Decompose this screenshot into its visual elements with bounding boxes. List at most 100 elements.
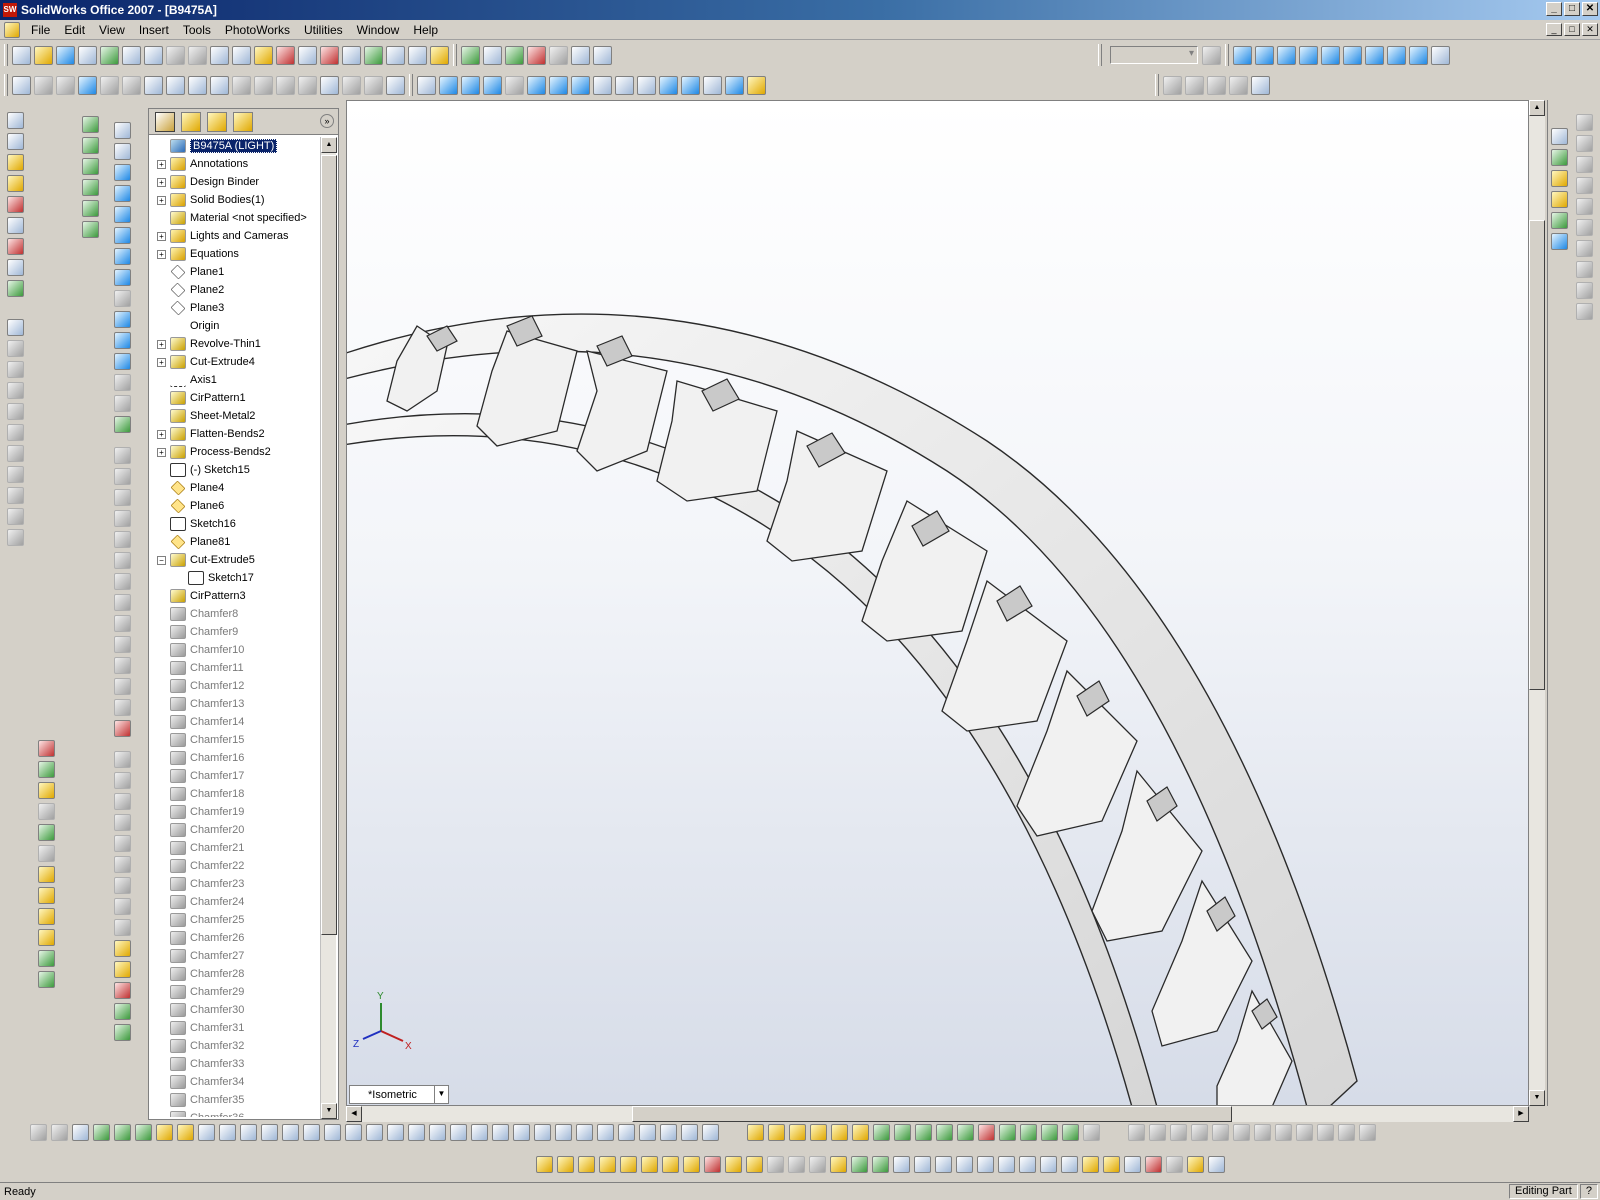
render-3d-icon[interactable] — [527, 45, 546, 65]
linear-pattern-tool-icon[interactable] — [303, 1124, 320, 1141]
fully-define-icon[interactable] — [6, 487, 24, 504]
menu-view[interactable]: View — [92, 23, 132, 37]
tree-node[interactable]: Chamfer36 — [151, 1109, 321, 1117]
menu-edit[interactable]: Edit — [57, 23, 92, 37]
rib-icon[interactable] — [81, 221, 99, 238]
tree-node[interactable]: Chamfer9 — [151, 623, 321, 641]
left-view-icon[interactable] — [1299, 45, 1318, 65]
solidworks-resources-icon[interactable] — [1550, 128, 1568, 145]
trimetric-view-icon[interactable] — [1409, 45, 1428, 65]
side-core-icon[interactable] — [767, 1156, 784, 1173]
parting-line-icon[interactable] — [639, 1124, 656, 1141]
flange-icon[interactable] — [998, 1156, 1015, 1173]
zoom-in-out-icon[interactable] — [483, 75, 502, 95]
stop-icon[interactable] — [1145, 1156, 1162, 1173]
photoworks-options-icon[interactable] — [593, 45, 612, 65]
shaded-with-edges-icon[interactable] — [659, 75, 678, 95]
routing-icon[interactable] — [893, 1156, 910, 1173]
configuration-combo[interactable] — [1110, 46, 1198, 64]
scroll-thumb[interactable] — [321, 155, 337, 935]
view-palette-icon[interactable] — [1550, 212, 1568, 229]
toolbox-icon[interactable] — [1166, 1156, 1183, 1173]
mirror-icon[interactable] — [282, 1124, 299, 1141]
ortho-tool-icon[interactable] — [1317, 1124, 1334, 1141]
scroll-down-arrow[interactable]: ▼ — [321, 1103, 337, 1119]
search-icon[interactable] — [1550, 191, 1568, 208]
tree-node[interactable]: + Revolve-Thin1 — [151, 335, 321, 353]
revolved-boss-icon[interactable] — [81, 137, 99, 154]
display-relations-icon[interactable] — [6, 529, 24, 546]
jog-icon[interactable] — [978, 1124, 995, 1141]
tree-node[interactable]: Chamfer27 — [151, 947, 321, 965]
tree-node[interactable]: Chamfer26 — [151, 929, 321, 947]
tree-root-part[interactable]: B9475A (LIGHT) — [151, 137, 321, 155]
tree-node[interactable]: Axis1 — [151, 371, 321, 389]
tree-node[interactable]: Plane4 — [151, 479, 321, 497]
model-view[interactable]: Y X Z — [347, 101, 1529, 1106]
angular-running-icon[interactable] — [6, 466, 24, 483]
centerline-tool-icon[interactable] — [113, 311, 131, 328]
tree-node[interactable]: Plane3 — [151, 299, 321, 317]
quick-snaps-icon[interactable] — [364, 45, 383, 65]
slot-tool-icon[interactable] — [1275, 1124, 1292, 1141]
menu-window[interactable]: Window — [350, 23, 407, 37]
intersect-icon[interactable] — [471, 1124, 488, 1141]
hide-component-icon[interactable] — [37, 908, 55, 925]
rotate-icon[interactable] — [113, 636, 131, 653]
vertical-dimension-icon[interactable] — [6, 361, 24, 378]
mold-tools-icon[interactable] — [536, 1156, 553, 1173]
wrap-icon[interactable] — [177, 1124, 194, 1141]
realview-icon[interactable] — [747, 75, 766, 95]
split-entities-icon[interactable] — [113, 531, 131, 548]
simulation-icon[interactable] — [37, 950, 55, 967]
thicken-icon[interactable] — [555, 1124, 572, 1141]
rectangle-icon[interactable] — [113, 185, 131, 202]
fill-surface-icon[interactable] — [1575, 303, 1593, 320]
toolbar-grip[interactable] — [1155, 74, 1159, 96]
reference-plane-icon[interactable] — [113, 751, 131, 768]
electrical-icon[interactable] — [1082, 1156, 1099, 1173]
file-explorer-icon[interactable] — [1550, 170, 1568, 187]
tree-node[interactable]: Chamfer21 — [151, 839, 321, 857]
freeform-icon[interactable] — [261, 1124, 278, 1141]
smart-dimension-icon[interactable] — [12, 75, 31, 95]
projected-curve-icon[interactable] — [113, 919, 131, 936]
zoom-to-area-icon[interactable] — [461, 75, 480, 95]
library-feature-icon[interactable] — [113, 1024, 131, 1041]
draft-analysis-icon[interactable] — [6, 238, 24, 255]
curve-icon[interactable] — [113, 856, 131, 873]
scroll-up-arrow[interactable]: ▲ — [321, 137, 337, 153]
shut-off-surface-icon[interactable] — [578, 1156, 595, 1173]
datum-feature-icon[interactable] — [210, 75, 229, 95]
tree-node[interactable]: Chamfer10 — [151, 641, 321, 659]
scale-feature-icon[interactable] — [534, 1124, 551, 1141]
edit-sketch-icon[interactable] — [113, 940, 131, 957]
tree-node[interactable]: + Flatten-Bends2 — [151, 425, 321, 443]
convert-entities-icon[interactable] — [113, 468, 131, 485]
tree-expander[interactable]: + — [157, 339, 166, 349]
delete-body-icon[interactable] — [513, 1124, 530, 1141]
tree-node[interactable]: Chamfer32 — [151, 1037, 321, 1055]
sketch-pattern-icon[interactable] — [366, 1124, 383, 1141]
view-orientation-selector[interactable]: *Isometric ▼ — [349, 1085, 449, 1104]
library-icon[interactable] — [1187, 1156, 1204, 1173]
terminal-icon[interactable] — [1124, 1156, 1141, 1173]
harness-icon[interactable] — [914, 1156, 931, 1173]
tree-expander[interactable]: + — [157, 447, 166, 457]
open-folder-icon[interactable] — [34, 45, 53, 65]
tree-node[interactable]: + Cut-Extrude4 — [151, 353, 321, 371]
feature-statistics-icon[interactable] — [6, 259, 24, 276]
tree-node[interactable]: Chamfer28 — [151, 965, 321, 983]
move-copy-icon[interactable] — [492, 1124, 509, 1141]
grid-tool-icon[interactable] — [1208, 1156, 1225, 1173]
tree-node[interactable]: Origin — [151, 317, 321, 335]
edge-flange-icon[interactable] — [915, 1124, 932, 1141]
deform-icon[interactable] — [219, 1124, 236, 1141]
mate-reference-icon[interactable] — [113, 835, 131, 852]
scroll-up-arrow[interactable]: ▲ — [1529, 100, 1545, 116]
tree-node[interactable]: + Lights and Cameras — [151, 227, 321, 245]
viewport-horizontal-scrollbar[interactable]: ◀ ▶ — [346, 1106, 1529, 1122]
previous-view-icon[interactable] — [417, 75, 436, 95]
insert-component-icon[interactable] — [37, 782, 55, 799]
move-entities-icon[interactable] — [1229, 75, 1248, 95]
